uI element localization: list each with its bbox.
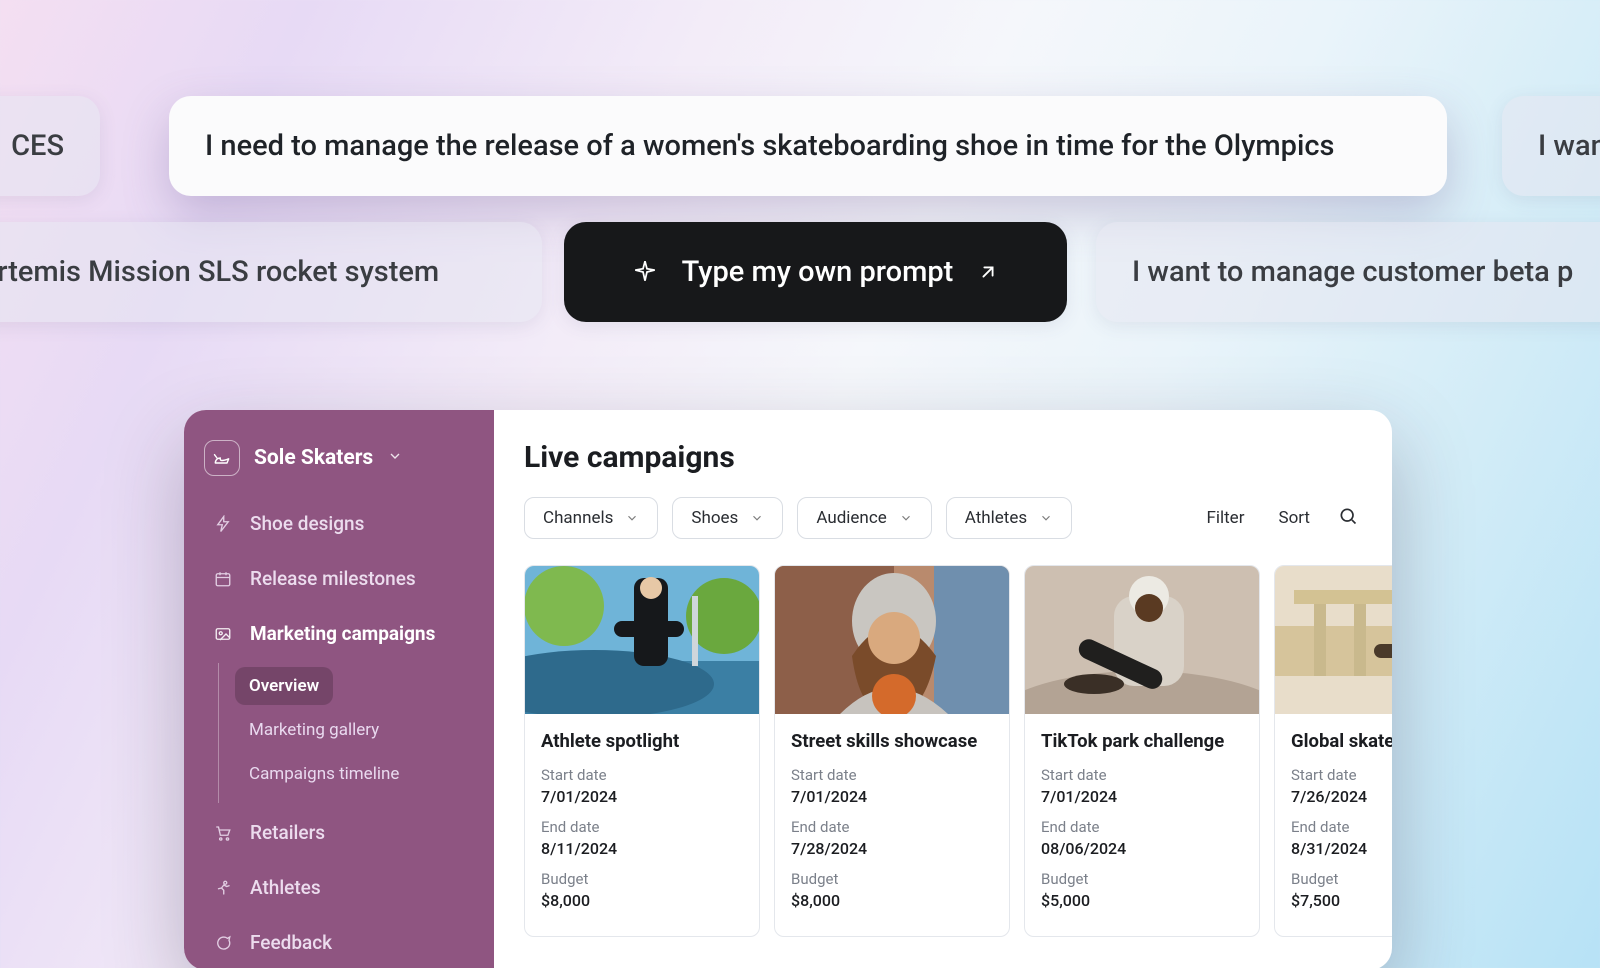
sidebar-item-shoe-designs[interactable]: Shoe designs [202, 498, 476, 549]
label-end-date: End date [1041, 818, 1243, 836]
arrow-up-right-icon [977, 261, 999, 283]
label-budget: Budget [791, 870, 993, 888]
chevron-down-icon [625, 511, 639, 525]
prompt-pill-main[interactable]: I need to manage the release of a women'… [169, 96, 1447, 196]
value-start-date: 7/01/2024 [541, 787, 743, 806]
sort-button[interactable]: Sort [1268, 500, 1320, 536]
label-budget: Budget [1041, 870, 1243, 888]
campaign-card[interactable]: TikTok park challenge Start date 7/01/202… [1024, 565, 1260, 937]
workspace-switcher[interactable]: Sole Skaters [202, 434, 476, 498]
calendar-icon [212, 570, 234, 588]
prompt-pill-partial-left[interactable]: CES [0, 96, 100, 196]
sidebar-item-label: Release milestones [250, 567, 416, 590]
sidebar-item-retailers[interactable]: Retailers [202, 807, 476, 858]
sidebar-item-release-milestones[interactable]: Release milestones [202, 553, 476, 604]
subnav-campaigns-timeline[interactable]: Campaigns timeline [235, 755, 413, 793]
chevron-down-icon [899, 511, 913, 525]
value-end-date: 8/31/2024 [1291, 839, 1392, 858]
value-budget: $8,000 [791, 891, 993, 910]
value-end-date: 8/11/2024 [541, 839, 743, 858]
label-end-date: End date [791, 818, 993, 836]
prompt-text: CES [11, 129, 64, 163]
app-window: Sole Skaters Shoe designs Release milest… [184, 410, 1392, 968]
page-title: Live campaigns [524, 440, 1392, 475]
prompt-pill-artemis[interactable]: Artemis Mission SLS rocket system [0, 222, 542, 322]
label-budget: Budget [1291, 870, 1392, 888]
sidebar-item-label: Athletes [250, 876, 321, 899]
search-button[interactable] [1334, 500, 1362, 536]
campaign-card[interactable]: Street skills showcase Start date 7/01/20… [774, 565, 1010, 937]
campaign-card[interactable]: Global skatebo Start date 7/26/2024 End d… [1274, 565, 1392, 937]
bolt-icon [212, 515, 234, 533]
label-end-date: End date [541, 818, 743, 836]
search-icon [1338, 506, 1358, 526]
prompt-text: I wan [1538, 129, 1600, 163]
campaign-title: TikTok park challenge [1041, 730, 1243, 752]
prompt-pill-partial-right[interactable]: I wan [1502, 96, 1600, 196]
value-start-date: 7/01/2024 [791, 787, 993, 806]
type-own-prompt-button[interactable]: Type my own prompt [564, 222, 1067, 322]
sidebar-item-athletes[interactable]: Athletes [202, 862, 476, 913]
value-budget: $8,000 [541, 891, 743, 910]
workspace-name: Sole Skaters [254, 446, 373, 470]
subnav-marketing-gallery[interactable]: Marketing gallery [235, 711, 393, 749]
filter-athletes[interactable]: Athletes [946, 497, 1072, 539]
campaign-title: Street skills showcase [791, 730, 993, 752]
chevron-down-icon [1039, 511, 1053, 525]
chat-icon [212, 934, 234, 952]
label-start-date: Start date [791, 766, 993, 784]
chevron-down-icon [387, 448, 403, 468]
prompt-text: I need to manage the release of a women'… [205, 129, 1334, 163]
running-icon [212, 879, 234, 897]
main-content: Live campaigns Channels Shoes Audience A… [494, 410, 1392, 968]
sparkle-icon [632, 259, 658, 285]
filter-button[interactable]: Filter [1196, 500, 1254, 536]
campaign-thumbnail [775, 566, 1009, 714]
type-own-prompt-label: Type my own prompt [682, 255, 954, 289]
label-start-date: Start date [1291, 766, 1392, 784]
sidebar-item-label: Retailers [250, 821, 325, 844]
sidebar-item-marketing-campaigns[interactable]: Marketing campaigns [202, 608, 476, 659]
filter-label: Shoes [691, 508, 738, 528]
value-end-date: 08/06/2024 [1041, 839, 1243, 858]
campaign-card-list: Athlete spotlight Start date 7/01/2024 En… [524, 565, 1392, 937]
value-budget: $7,500 [1291, 891, 1392, 910]
filter-label: Audience [816, 508, 886, 528]
prompt-text: Artemis Mission SLS rocket system [0, 255, 439, 289]
filter-audience[interactable]: Audience [797, 497, 931, 539]
sidebar-item-label: Marketing campaigns [250, 622, 435, 645]
label-start-date: Start date [541, 766, 743, 784]
filter-shoes[interactable]: Shoes [672, 497, 783, 539]
prompt-text: I want to manage customer beta p [1132, 255, 1573, 289]
workspace-icon [204, 440, 240, 476]
sidebar-nav: Shoe designs Release milestones Marketin… [202, 498, 476, 968]
campaign-title: Athlete spotlight [541, 730, 743, 752]
sidebar: Sole Skaters Shoe designs Release milest… [184, 410, 494, 968]
subnav-overview[interactable]: Overview [235, 667, 333, 705]
chevron-down-icon [750, 511, 764, 525]
image-icon [212, 625, 234, 643]
cart-icon [212, 824, 234, 842]
label-budget: Budget [541, 870, 743, 888]
value-start-date: 7/01/2024 [1041, 787, 1243, 806]
sidebar-item-feedback[interactable]: Feedback [202, 917, 476, 968]
label-end-date: End date [1291, 818, 1392, 836]
campaign-thumbnail [1275, 566, 1392, 714]
sidebar-item-label: Shoe designs [250, 512, 364, 535]
value-end-date: 7/28/2024 [791, 839, 993, 858]
label-start-date: Start date [1041, 766, 1243, 784]
campaign-thumbnail [525, 566, 759, 714]
campaign-title: Global skatebo [1291, 730, 1392, 752]
filter-label: Channels [543, 508, 613, 528]
prompt-pill-beta[interactable]: I want to manage customer beta p [1096, 222, 1600, 322]
campaign-thumbnail [1025, 566, 1259, 714]
value-start-date: 7/26/2024 [1291, 787, 1392, 806]
filter-channels[interactable]: Channels [524, 497, 658, 539]
filter-toolbar: Channels Shoes Audience Athletes Filter … [524, 497, 1392, 539]
sidebar-item-label: Feedback [250, 931, 332, 954]
sidebar-subnav: Overview Marketing gallery Campaigns tim… [218, 663, 476, 803]
filter-label: Athletes [965, 508, 1027, 528]
campaign-card[interactable]: Athlete spotlight Start date 7/01/2024 En… [524, 565, 760, 937]
value-budget: $5,000 [1041, 891, 1243, 910]
